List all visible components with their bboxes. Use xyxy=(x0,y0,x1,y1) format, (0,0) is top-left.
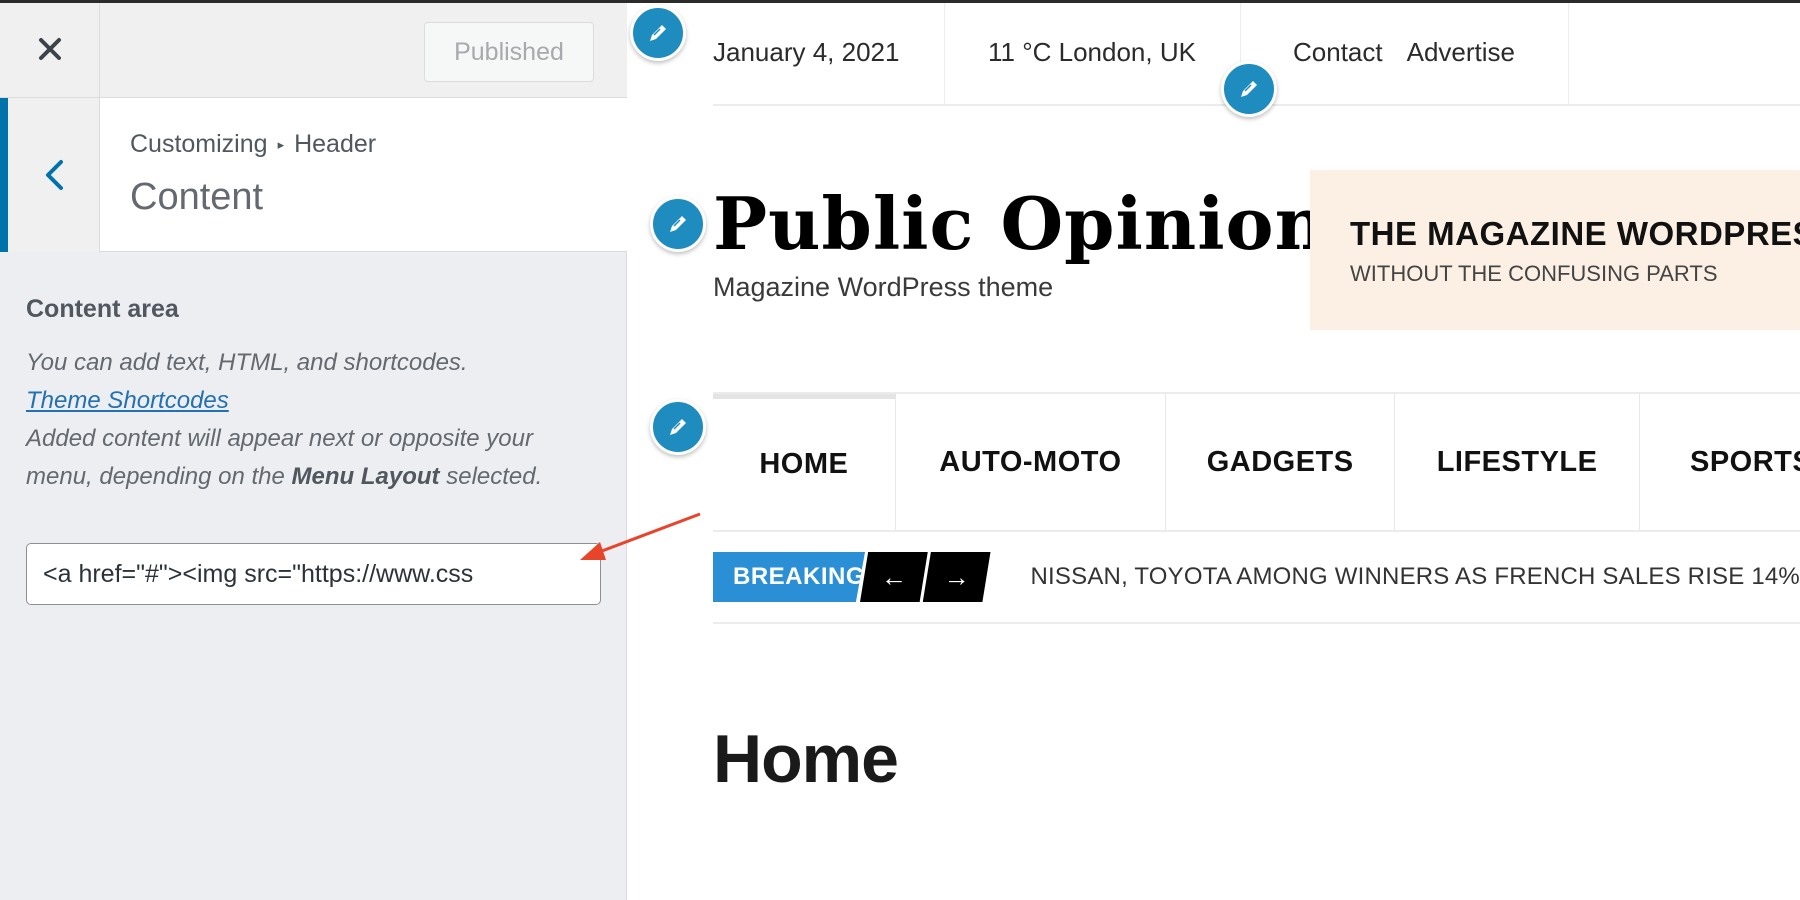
breadcrumb-parent: Customizing xyxy=(130,130,268,158)
pencil-icon xyxy=(670,419,686,435)
description-line-1: You can add text, HTML, and shortcodes. xyxy=(26,349,468,376)
main-navigation: HOME AUTO-MOTO GADGETS LIFESTYLE SPORTS xyxy=(713,392,1800,532)
topbar-links: Contact Advertise xyxy=(1241,0,1569,105)
nav-item-auto-moto[interactable]: AUTO-MOTO xyxy=(896,394,1167,530)
site-branding: Public Opinion Magazine WordPress theme xyxy=(713,180,1328,303)
page-title: Home xyxy=(713,721,899,797)
publish-button[interactable]: Published xyxy=(424,22,594,82)
ad-subline: WITHOUT THE CONFUSING PARTS xyxy=(1350,261,1718,286)
close-customizer-button[interactable] xyxy=(0,0,100,98)
pencil-icon xyxy=(650,25,666,41)
topbar-link-advertise[interactable]: Advertise xyxy=(1407,37,1515,68)
edit-shortcut-logo[interactable] xyxy=(650,196,706,252)
pencil-icon xyxy=(670,216,686,232)
nav-item-home[interactable]: HOME xyxy=(713,394,896,530)
breadcrumb-section: Header xyxy=(294,130,377,158)
breaking-news-ticker: BREAKING ← → NISSAN, TOYOTA AMONG WINNER… xyxy=(713,552,1800,624)
ticker-next-button[interactable]: → xyxy=(922,552,991,602)
chevron-left-icon xyxy=(45,160,63,190)
theme-shortcodes-link[interactable]: Theme Shortcodes xyxy=(26,387,229,414)
ticker-headline[interactable]: NISSAN, TOYOTA AMONG WINNERS AS FRENCH S… xyxy=(1031,552,1800,602)
site-logo[interactable]: Public Opinion xyxy=(713,180,1328,268)
arrow-left-icon: ← xyxy=(880,561,907,592)
menu-layout-emphasis: Menu Layout xyxy=(291,463,440,490)
breaking-label: BREAKING xyxy=(713,552,866,602)
nav-item-gadgets[interactable]: GADGETS xyxy=(1166,394,1396,530)
content-area-input[interactable]: <a href="#"><img src="https://www.css xyxy=(26,543,601,605)
topbar-date: January 4, 2021 xyxy=(713,0,945,105)
arrow-right-icon: → xyxy=(943,561,970,592)
edit-shortcut-menu[interactable] xyxy=(1221,61,1277,117)
breadcrumb: Customizing ▸ Header xyxy=(130,130,376,159)
customizer-sidebar: Published Customizing ▸ Header Content C… xyxy=(0,0,627,900)
topbar-weather: 11 °C London, UK xyxy=(945,0,1241,105)
description-line-2-post: selected. xyxy=(439,463,543,490)
ticker-prev-button[interactable]: ← xyxy=(860,552,928,602)
content-area-control: Content area You can add text, HTML, and… xyxy=(26,295,606,496)
nav-item-lifestyle[interactable]: LIFESTYLE xyxy=(1395,394,1640,530)
back-button[interactable] xyxy=(0,98,100,252)
pencil-icon xyxy=(1241,81,1257,97)
section-header: Customizing ▸ Header Content xyxy=(0,98,627,252)
close-icon xyxy=(38,38,61,60)
breadcrumb-separator-icon: ▸ xyxy=(277,136,285,152)
window-top-border xyxy=(0,0,1800,3)
customizer-header: Published xyxy=(0,0,627,98)
nav-item-sports[interactable]: SPORTS xyxy=(1640,394,1800,530)
edit-shortcut-topbar[interactable] xyxy=(630,5,686,61)
control-title: Content area xyxy=(26,295,179,323)
control-description: You can add text, HTML, and shortcodes. … xyxy=(26,344,606,496)
section-title: Content xyxy=(130,176,264,218)
edit-shortcut-nav[interactable] xyxy=(650,399,706,455)
ad-headline: THE MAGAZINE WORDPRESS THEME xyxy=(1350,215,1800,252)
site-tagline: Magazine WordPress theme xyxy=(713,272,1054,302)
header-ad-banner[interactable]: THE MAGAZINE WORDPRESS THEME WITHOUT THE… xyxy=(1310,170,1800,330)
topbar-link-contact[interactable]: Contact xyxy=(1293,37,1383,68)
